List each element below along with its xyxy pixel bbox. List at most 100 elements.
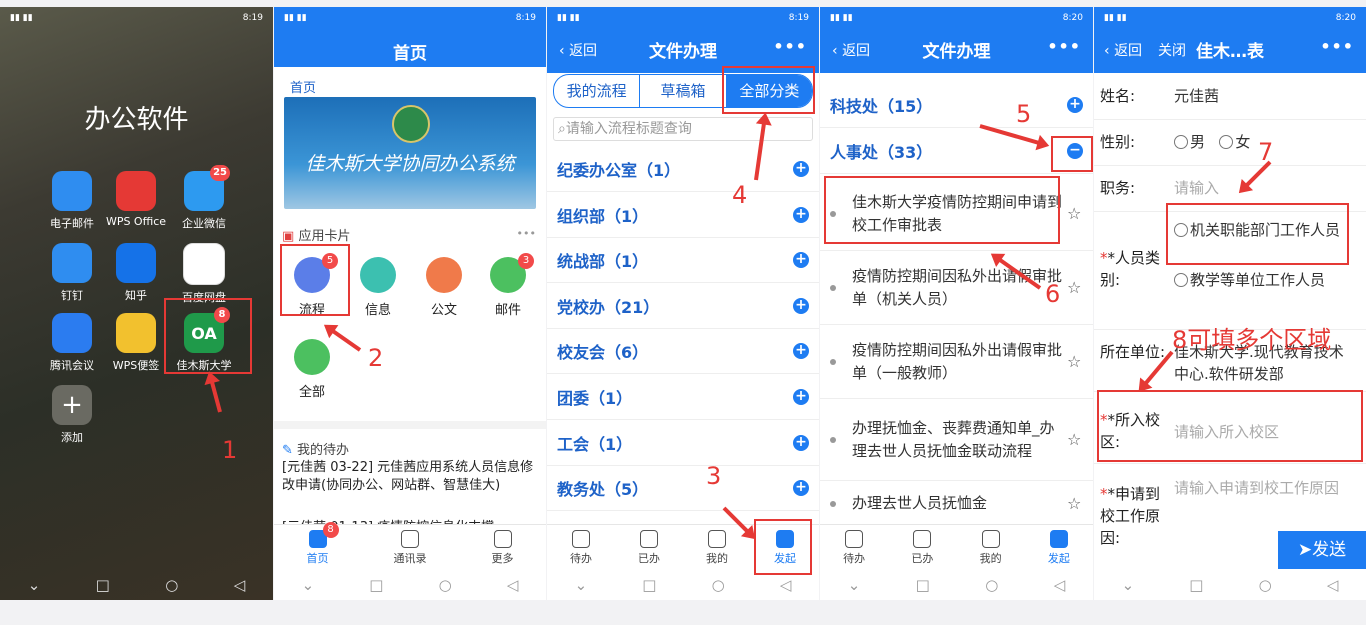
- process-item-label: 办理去世人员抚恤金: [852, 494, 988, 512]
- expand-icon[interactable]: +: [793, 480, 809, 497]
- reason-input[interactable]: 请输入申请到校工作原因: [1174, 477, 1356, 499]
- star-icon[interactable]: ☆: [1067, 430, 1085, 449]
- home-icon[interactable]: ○: [1259, 576, 1272, 594]
- category-row[interactable]: 党校办（21） +: [547, 284, 819, 329]
- radio-male[interactable]: 男: [1174, 133, 1205, 151]
- category-row[interactable]: 纪委办公室（1） +: [547, 147, 819, 192]
- star-icon[interactable]: ☆: [1067, 204, 1085, 223]
- more-menu-icon[interactable]: •••: [1047, 37, 1081, 56]
- expand-icon[interactable]: +: [1067, 97, 1083, 113]
- app-zhihu[interactable]: 知乎: [104, 243, 168, 303]
- folder-title: 办公软件: [84, 105, 189, 135]
- radio-female[interactable]: 女: [1219, 133, 1250, 151]
- recent-apps-icon[interactable]: □: [96, 576, 110, 594]
- category-row[interactable]: 统战部（1） +: [547, 238, 819, 284]
- home-icon[interactable]: ○: [985, 576, 998, 594]
- tab-icon: [493, 529, 512, 548]
- category-row[interactable]: 团委（1） +: [547, 375, 819, 420]
- process-item[interactable]: 疫情防控期间因私外出请假审批单（一般教师） ☆: [820, 325, 1093, 399]
- tab-item[interactable]: 发起: [1047, 529, 1070, 566]
- send-button[interactable]: ➤发送: [1278, 531, 1366, 569]
- recent-apps-icon[interactable]: □: [1189, 576, 1203, 594]
- app-wps[interactable]: WPS Office: [104, 171, 168, 228]
- more-menu-icon[interactable]: •••: [1320, 37, 1354, 56]
- tab-item[interactable]: 8 首页: [307, 521, 339, 566]
- duty-input[interactable]: 请输入: [1174, 177, 1356, 199]
- duty-label: 职务:: [1100, 179, 1136, 197]
- back-icon[interactable]: ◁: [780, 576, 792, 594]
- breadcrumb[interactable]: 首页: [290, 77, 316, 96]
- tab-my-process[interactable]: 我的流程: [554, 75, 641, 107]
- app-label: 腾讯会议: [50, 359, 94, 372]
- app-wecom[interactable]: 25 企业微信: [172, 165, 236, 231]
- recent-apps-icon[interactable]: □: [642, 576, 656, 594]
- process-item[interactable]: 办理去世人员抚恤金 ☆: [820, 481, 1093, 527]
- category-row[interactable]: 教务处（5） +: [547, 466, 819, 512]
- tab-item[interactable]: 我的: [706, 529, 728, 566]
- back-icon[interactable]: ◁: [1054, 576, 1066, 594]
- star-icon[interactable]: ☆: [1067, 278, 1085, 297]
- annotation-label: 8可填多个区域: [1172, 326, 1332, 354]
- search-input[interactable]: ⌕请输入流程标题查询: [553, 117, 813, 141]
- tab-item[interactable]: 待办: [570, 529, 592, 566]
- app-add[interactable]: + 添加: [40, 385, 104, 445]
- staff-type-option2[interactable]: 教学等单位工作人员: [1174, 269, 1356, 291]
- app-mail[interactable]: 电子邮件: [40, 171, 104, 231]
- chevron-down-icon[interactable]: ⌄: [28, 576, 41, 594]
- app-card[interactable]: 3 邮件: [480, 253, 536, 318]
- expand-icon[interactable]: +: [793, 161, 809, 177]
- app-baidu-pan[interactable]: 百度网盘: [172, 243, 236, 305]
- back-icon[interactable]: ◁: [507, 576, 519, 594]
- tab-item[interactable]: 已办: [911, 529, 933, 566]
- category-row[interactable]: 组织部（1） +: [547, 193, 819, 238]
- page-title: 首页: [393, 44, 427, 64]
- todo-item[interactable]: [元佳茜 03-22] 元佳茜应用系统人员信息修改申请(协同办公、网站群、智慧佳…: [282, 459, 538, 495]
- app-label: 钉钉: [61, 289, 83, 302]
- more-dots-icon[interactable]: •••: [517, 227, 536, 240]
- chevron-down-icon[interactable]: ⌄: [575, 576, 588, 594]
- app-card[interactable]: 全部: [284, 339, 340, 400]
- chevron-down-icon[interactable]: ⌄: [848, 576, 861, 594]
- back-icon[interactable]: ◁: [1327, 576, 1339, 594]
- tab-item[interactable]: 已办: [638, 529, 660, 566]
- app-card[interactable]: 信息: [350, 257, 406, 318]
- tab-item[interactable]: 更多: [492, 529, 514, 566]
- app-card[interactable]: 公文: [416, 257, 472, 318]
- app-wps-note[interactable]: WPS便签: [104, 313, 168, 373]
- expand-icon[interactable]: +: [793, 343, 809, 360]
- back-button[interactable]: ‹ 返回: [1104, 40, 1142, 60]
- expand-icon[interactable]: +: [793, 252, 809, 269]
- tab-item[interactable]: 通讯录: [394, 529, 427, 566]
- category-row[interactable]: 校友会（6） +: [547, 329, 819, 375]
- home-icon[interactable]: ○: [712, 576, 725, 594]
- chevron-down-icon[interactable]: ⌄: [1122, 576, 1135, 594]
- app-dingtalk[interactable]: 钉钉: [40, 243, 104, 303]
- tab-item[interactable]: 待办: [843, 529, 865, 566]
- page-title: 佳木…表: [1196, 42, 1264, 62]
- card-icon: [426, 257, 462, 293]
- home-icon[interactable]: ○: [165, 576, 178, 594]
- close-button[interactable]: 关闭: [1158, 40, 1186, 60]
- tab-drafts[interactable]: 草稿箱: [640, 75, 727, 107]
- category-row[interactable]: 工会（1） +: [547, 421, 819, 466]
- recent-apps-icon[interactable]: □: [369, 576, 383, 594]
- divider: [274, 421, 546, 429]
- home-icon[interactable]: ○: [439, 576, 452, 594]
- expand-icon[interactable]: +: [793, 206, 809, 223]
- tab-item[interactable]: 我的: [980, 529, 1002, 566]
- expand-icon[interactable]: +: [793, 434, 809, 451]
- expand-icon[interactable]: +: [793, 297, 809, 314]
- category-row[interactable]: 科技处（15） +: [820, 83, 1093, 128]
- back-icon[interactable]: ◁: [234, 576, 246, 594]
- tab-label: 发起: [1047, 551, 1070, 565]
- more-menu-icon[interactable]: •••: [773, 37, 807, 56]
- star-icon[interactable]: ☆: [1067, 352, 1085, 371]
- recent-apps-icon[interactable]: □: [916, 576, 930, 594]
- card-icon: [360, 257, 396, 293]
- star-icon[interactable]: ☆: [1067, 494, 1085, 513]
- process-item[interactable]: 办理抚恤金、丧葬费通知单_办理去世人员抚恤金联动流程 ☆: [820, 399, 1093, 481]
- chevron-down-icon[interactable]: ⌄: [302, 576, 315, 594]
- expand-icon[interactable]: +: [793, 389, 809, 405]
- app-tencent-meeting[interactable]: 腾讯会议: [40, 313, 104, 373]
- category-label: 纪委办公室（1）: [557, 161, 681, 180]
